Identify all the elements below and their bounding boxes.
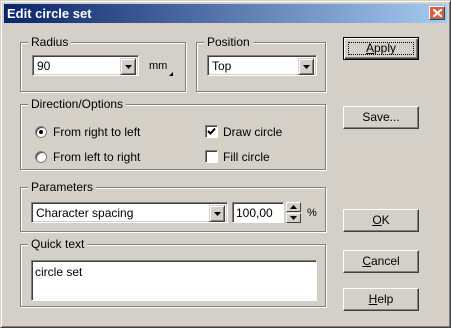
help-button[interactable]: Help — [343, 288, 419, 311]
radius-unit: mm — [149, 60, 168, 72]
radius-combo[interactable]: 90 — [32, 55, 139, 76]
ok-button-label: OK — [372, 213, 390, 227]
apply-button[interactable]: Apply — [343, 37, 419, 60]
checkmark-icon — [207, 127, 216, 135]
help-button-label: Help — [368, 292, 394, 306]
spin-down-icon — [290, 216, 297, 220]
draw-circle-label: Draw circle — [223, 125, 283, 139]
title-bar[interactable]: Edit circle set — [4, 4, 447, 23]
quick-text-label: Quick text — [28, 237, 88, 251]
chevron-down-icon — [303, 65, 310, 69]
close-icon — [433, 9, 442, 17]
checkbox-box — [205, 125, 218, 138]
direction-options-group: Direction/Options From right to left Fro… — [20, 97, 326, 170]
radius-label: Radius — [28, 35, 72, 49]
radio-right-to-left-label: From right to left — [53, 125, 141, 139]
parameters-dropdown-button[interactable] — [209, 205, 225, 222]
apply-button-label: Apply — [365, 41, 397, 55]
position-value: Top — [212, 59, 232, 73]
radio-circle — [35, 126, 47, 138]
chevron-down-icon — [125, 65, 132, 69]
position-combo[interactable]: Top — [207, 55, 317, 76]
cancel-button[interactable]: Cancel — [343, 250, 419, 273]
direction-options-label: Direction/Options — [28, 97, 127, 111]
save-button[interactable]: Save... — [343, 106, 419, 129]
position-dropdown-button[interactable] — [298, 58, 314, 75]
parameters-value: Character spacing — [36, 206, 134, 220]
spin-down-button[interactable] — [286, 213, 301, 223]
cancel-button-label: Cancel — [362, 254, 400, 268]
spacing-value-input[interactable]: 100,00 — [232, 202, 284, 223]
fill-circle-label: Fill circle — [223, 150, 270, 164]
radius-value: 90 — [37, 59, 51, 73]
quick-text-input[interactable]: circle set — [31, 260, 317, 301]
radio-left-to-right-label: From left to right — [53, 150, 141, 164]
radio-dot — [39, 130, 43, 134]
position-label: Position — [204, 35, 253, 49]
close-button[interactable] — [429, 6, 445, 20]
parameters-label: Parameters — [28, 180, 97, 194]
window-title: Edit circle set — [7, 6, 92, 21]
checkbox-box — [205, 150, 218, 163]
ok-button[interactable]: OK — [343, 209, 419, 232]
percent-unit: % — [307, 207, 317, 219]
spin-up-icon — [290, 205, 297, 209]
spin-up-button[interactable] — [286, 202, 301, 212]
radius-dropdown-button[interactable] — [120, 58, 136, 75]
save-button-label: Save... — [362, 110, 400, 124]
spacing-value: 100,00 — [236, 206, 273, 220]
quick-text-group: Quick text circle set — [20, 237, 326, 307]
position-group: Position Top — [196, 35, 326, 92]
parameters-combo[interactable]: Character spacing — [31, 202, 228, 223]
parameters-group: Parameters Character spacing 100,00 % — [20, 180, 326, 232]
chevron-down-icon — [214, 212, 221, 216]
radio-circle — [35, 151, 47, 163]
radius-group: Radius 90 mm — [20, 35, 186, 92]
resize-corner-icon — [169, 72, 173, 76]
edit-circle-set-dialog: Edit circle set Radius 90 mm Position To… — [0, 0, 451, 328]
quick-text-value: circle set — [35, 265, 83, 279]
